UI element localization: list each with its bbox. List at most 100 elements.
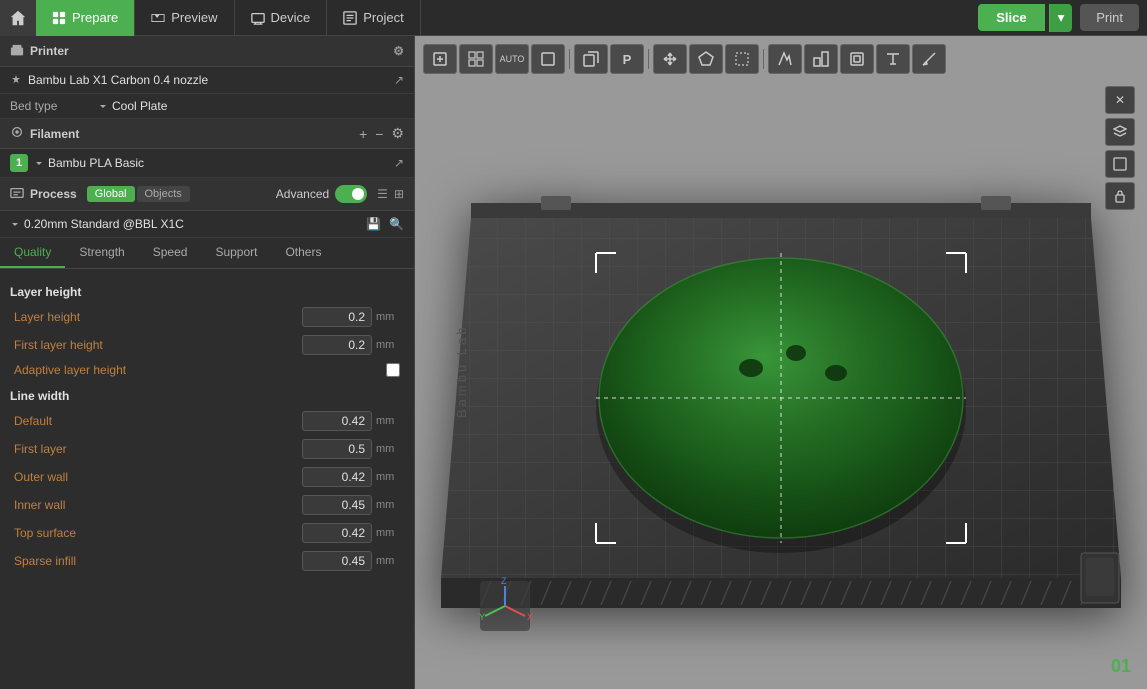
printer-name-row: Bambu Lab X1 Carbon 0.4 nozzle ↗ xyxy=(0,67,414,94)
first-layer-value: mm xyxy=(302,439,400,459)
outer-wall-row: Outer wall mm xyxy=(10,463,404,491)
tool-select-icon[interactable] xyxy=(725,44,759,74)
svg-text:Z: Z xyxy=(501,576,507,586)
top-surface-unit: mm xyxy=(376,527,400,539)
svg-text:X: X xyxy=(527,612,533,622)
rs-lock-icon[interactable] xyxy=(1105,182,1135,210)
viewport-toolbar: AUTO P xyxy=(423,44,1139,74)
home-button[interactable] xyxy=(0,0,36,36)
adaptive-layer-height-value xyxy=(386,363,400,377)
printer-external-icon[interactable]: ↗ xyxy=(394,73,404,87)
rs-stack-icon[interactable] xyxy=(1105,150,1135,178)
top-surface-label: Top surface xyxy=(14,526,302,540)
tool-grid-icon[interactable] xyxy=(459,44,493,74)
toolbar-separator-1 xyxy=(569,49,570,69)
topbar: Prepare Preview Device Project Slice ▾ P… xyxy=(0,0,1147,36)
tab-device[interactable]: Device xyxy=(235,0,328,36)
badge-global[interactable]: Global xyxy=(87,186,135,202)
slice-dropdown-button[interactable]: ▾ xyxy=(1049,4,1073,32)
filament-number: 1 xyxy=(10,154,28,172)
tool-move-icon[interactable] xyxy=(653,44,687,74)
preset-search-icon[interactable]: 🔍 xyxy=(389,217,404,231)
tool-copy-icon[interactable] xyxy=(574,44,608,74)
first-layer-height-unit: mm xyxy=(376,339,400,351)
tab-speed[interactable]: Speed xyxy=(139,238,202,268)
advanced-label: Advanced xyxy=(276,187,329,201)
inner-wall-input[interactable] xyxy=(302,495,372,515)
filament-add-icon[interactable]: + xyxy=(359,126,367,142)
slice-button[interactable]: Slice xyxy=(978,4,1044,31)
tool-p-icon[interactable]: P xyxy=(610,44,644,74)
default-value: mm xyxy=(302,411,400,431)
tool-polygon-icon[interactable] xyxy=(689,44,723,74)
tab-prepare[interactable]: Prepare xyxy=(36,0,135,36)
bed-type-label: Bed type xyxy=(10,99,90,113)
process-actions: ☰ ⊞ xyxy=(377,187,404,201)
inner-wall-label: Inner wall xyxy=(14,498,302,512)
badge-objects[interactable]: Objects xyxy=(137,186,190,202)
rs-layers-icon[interactable] xyxy=(1105,118,1135,146)
rs-close-icon[interactable]: ✕ xyxy=(1105,86,1135,114)
filament-settings-icon[interactable]: ⚙ xyxy=(391,125,404,142)
tool-measure-icon[interactable] xyxy=(912,44,946,74)
layer-height-unit: mm xyxy=(376,311,400,323)
filament-remove-icon[interactable]: − xyxy=(375,126,383,142)
bed-type-value[interactable]: Cool Plate xyxy=(98,99,167,113)
tab-quality[interactable]: Quality xyxy=(0,238,65,268)
first-layer-height-input[interactable] xyxy=(302,335,372,355)
tab-project[interactable]: Project xyxy=(327,0,420,36)
first-layer-height-row: First layer height mm xyxy=(10,331,404,359)
adaptive-layer-height-checkbox[interactable] xyxy=(386,363,400,377)
process-section-header: Process Global Objects Advanced ☰ ⊞ xyxy=(0,178,414,211)
printer-section-header: Printer ⚙ xyxy=(0,36,414,67)
default-input[interactable] xyxy=(302,411,372,431)
printer-title: Printer xyxy=(30,44,69,58)
first-layer-input[interactable] xyxy=(302,439,372,459)
tool-frame-icon[interactable] xyxy=(531,44,565,74)
filament-row: 1 Bambu PLA Basic ↗ xyxy=(0,149,414,178)
top-surface-input[interactable] xyxy=(302,523,372,543)
first-layer-height-value: mm xyxy=(302,335,400,355)
printer-settings-icon[interactable]: ⚙ xyxy=(393,44,404,58)
tab-others[interactable]: Others xyxy=(271,238,335,268)
left-panel: Printer ⚙ Bambu Lab X1 Carbon 0.4 nozzle… xyxy=(0,36,415,689)
tool-hollow-icon[interactable] xyxy=(840,44,874,74)
toolbar-separator-3 xyxy=(763,49,764,69)
outer-wall-input[interactable] xyxy=(302,467,372,487)
sparse-infill-input[interactable] xyxy=(302,551,372,571)
viewport[interactable]: AUTO P xyxy=(415,36,1147,689)
tool-orient-icon[interactable] xyxy=(768,44,802,74)
bed-container: Bambu Lab xyxy=(435,86,1127,669)
tool-arrange-icon[interactable] xyxy=(804,44,838,74)
process-list-icon[interactable]: ☰ xyxy=(377,187,388,201)
printer-name: Bambu Lab X1 Carbon 0.4 nozzle xyxy=(28,73,208,87)
first-layer-label: First layer xyxy=(14,442,302,456)
print-button[interactable]: Print xyxy=(1080,4,1139,31)
toolbar-separator-2 xyxy=(648,49,649,69)
tab-preview[interactable]: Preview xyxy=(135,0,234,36)
settings-content: Layer height Layer height mm First layer… xyxy=(0,269,414,689)
process-compare-icon[interactable]: ⊞ xyxy=(394,187,404,201)
topbar-right: Slice ▾ Print xyxy=(978,4,1147,32)
tab-support[interactable]: Support xyxy=(201,238,271,268)
tool-auto-icon[interactable]: AUTO xyxy=(495,44,529,74)
filament-title: Filament xyxy=(30,127,79,141)
filament-section-header: Filament + − ⚙ xyxy=(0,119,414,149)
advanced-toggle[interactable] xyxy=(335,185,367,203)
filament-external-icon[interactable]: ↗ xyxy=(394,156,404,170)
layer-height-input[interactable] xyxy=(302,307,372,327)
inner-wall-value: mm xyxy=(302,495,400,515)
layer-height-row: Layer height mm xyxy=(10,303,404,331)
inner-wall-unit: mm xyxy=(376,499,400,511)
svg-text:Y: Y xyxy=(479,612,485,622)
tab-strength[interactable]: Strength xyxy=(65,238,138,268)
top-surface-row: Top surface mm xyxy=(10,519,404,547)
preset-name: 0.20mm Standard @BBL X1C xyxy=(10,217,184,231)
preset-save-icon[interactable]: 💾 xyxy=(366,217,381,231)
tool-add-icon[interactable] xyxy=(423,44,457,74)
version-label: 01 xyxy=(1111,656,1131,677)
tool-text-icon[interactable] xyxy=(876,44,910,74)
filament-actions: + − ⚙ xyxy=(359,125,404,142)
layer-height-group-title: Layer height xyxy=(10,277,404,303)
bed-svg: Bambu Lab xyxy=(441,98,1121,658)
